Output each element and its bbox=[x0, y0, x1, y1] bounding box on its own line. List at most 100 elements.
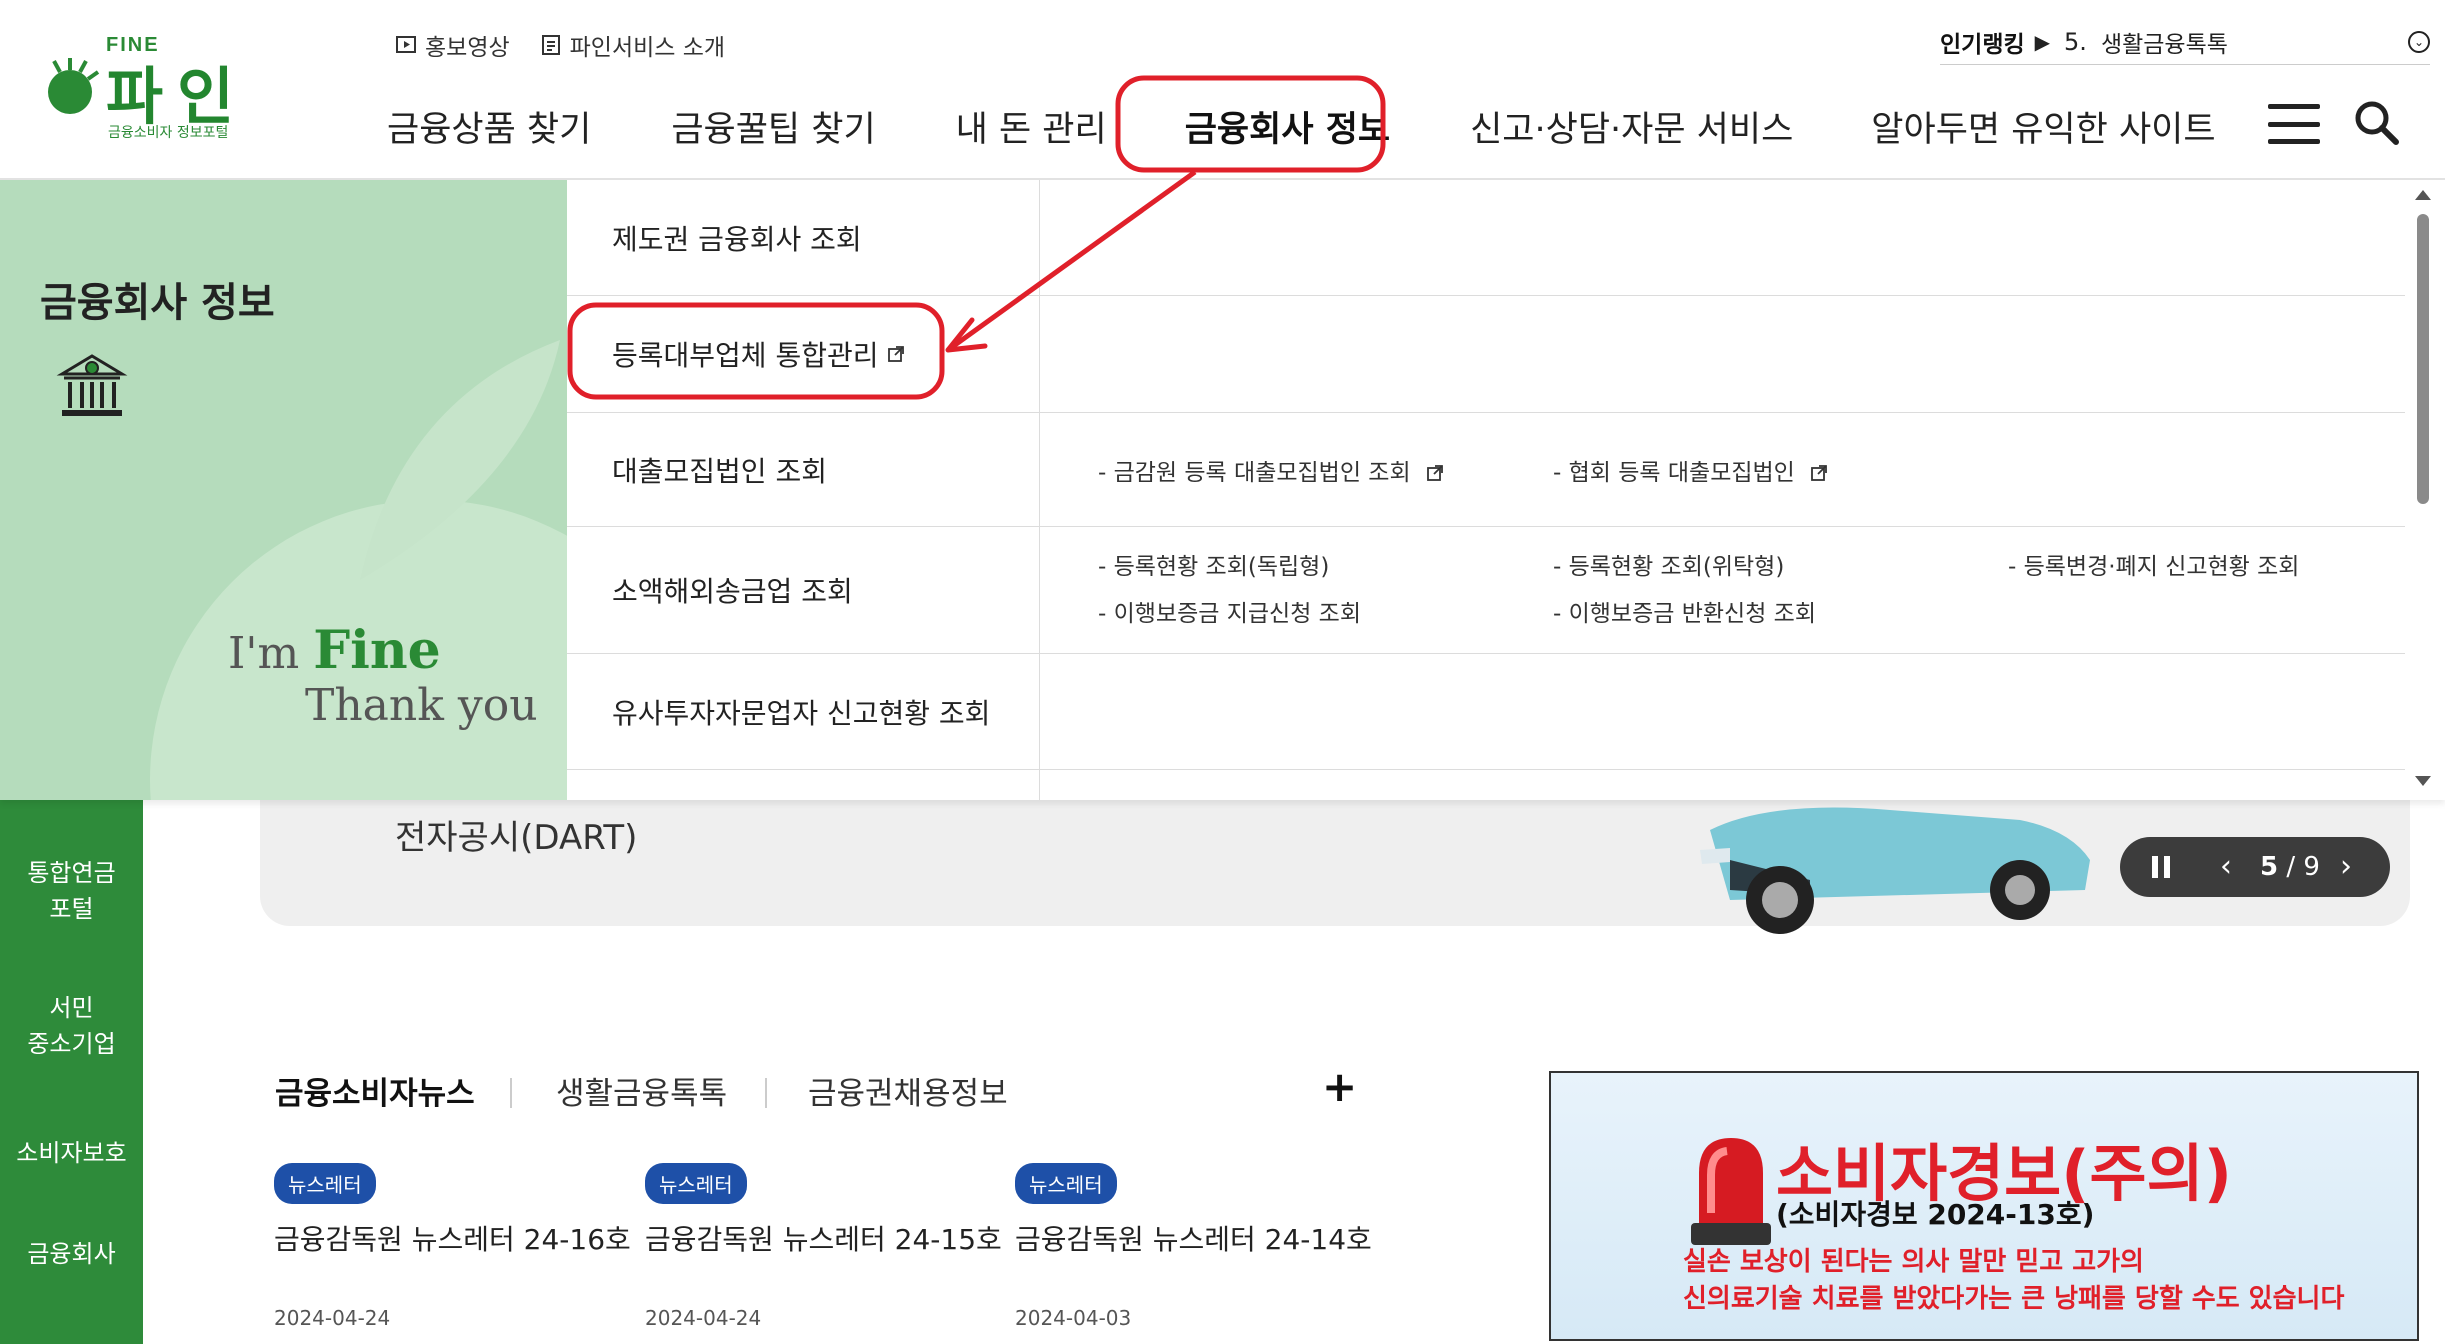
sublink-label: - 협회 등록 대출모집법인 bbox=[1553, 460, 1795, 486]
play-arrow-icon: ▶ bbox=[2034, 30, 2051, 54]
left-nav-financial-company[interactable]: 금융회사 bbox=[0, 1236, 143, 1272]
ranking-number: 5. bbox=[2064, 28, 2087, 56]
news-item[interactable]: 뉴스레터 금융감독원 뉴스레터 24-16호 2024-04-24 bbox=[274, 1163, 634, 1330]
newsletter-badge: 뉴스레터 bbox=[645, 1163, 747, 1204]
nav-products[interactable]: 금융상품 찾기 bbox=[387, 101, 591, 152]
menu-item-label: 등록대부업체 통합관리 bbox=[612, 339, 879, 372]
menu-row: 제도권 금융회사 조회 bbox=[567, 180, 2405, 296]
newsletter-badge: 뉴스레터 bbox=[1015, 1163, 1117, 1204]
banner-text: 전자공시(DART) bbox=[395, 818, 638, 858]
decorative-leaf bbox=[360, 340, 560, 580]
chevron-left-icon[interactable]: ‹ bbox=[2220, 849, 2232, 884]
mega-dropdown: 금융회사 정보 I'm Fine Thank you 제도권 금융회사 조회 등… bbox=[0, 180, 2445, 800]
chevron-right-icon[interactable]: › bbox=[2340, 849, 2352, 884]
sublink-fss-loan-recruiters[interactable]: - 금감원 등록 대출모집법인 조회 bbox=[1098, 453, 1444, 487]
left-nav-smb[interactable]: 서민 중소기업 bbox=[0, 990, 143, 1062]
news-title[interactable]: 금융감독원 뉴스레터 24-15호 bbox=[645, 1218, 1005, 1258]
menu-row: 대출모집법인 조회 - 금감원 등록 대출모집법인 조회 - 협회 등록 대출모… bbox=[567, 413, 2405, 527]
slide-counter: 5 / 9 bbox=[2260, 852, 2320, 882]
sublink-bond-return[interactable]: - 이행보증금 반환신청 조회 bbox=[1553, 594, 1816, 628]
submenu-links: - 금감원 등록 대출모집법인 조회 - 협회 등록 대출모집법인 bbox=[1040, 413, 2405, 526]
menu-item-quasi-advisors[interactable]: 유사투자자문업자 신고현황 조회 bbox=[567, 654, 1040, 769]
search-icon[interactable] bbox=[2352, 98, 2402, 148]
logo-mark-icon bbox=[48, 58, 100, 114]
sublink-bond-payment[interactable]: - 이행보증금 지급신청 조회 bbox=[1098, 594, 1361, 628]
sublink-assoc-loan-recruiters[interactable]: - 협회 등록 대출모집법인 bbox=[1553, 453, 1828, 487]
popular-ranking[interactable]: 인기랭킹 ▶ 5. 생활금융톡톡 ⌄ bbox=[1940, 20, 2430, 65]
submenu-links bbox=[1040, 180, 2405, 295]
submenu-links: - 등록현황 조회(독립형) - 등록현황 조회(위탁형) - 등록변경·폐지 … bbox=[1040, 527, 2405, 653]
tab-divider bbox=[510, 1078, 512, 1108]
news-date: 2024-04-24 bbox=[274, 1306, 391, 1330]
scroll-up-icon[interactable] bbox=[2415, 190, 2431, 200]
slide-controls: ‹ 5 / 9 › bbox=[2120, 837, 2390, 897]
ranking-label: 인기랭킹 bbox=[1940, 32, 2025, 58]
left-nav-pension[interactable]: 통합연금 포털 bbox=[0, 855, 143, 927]
util-label: 홍보영상 bbox=[425, 35, 510, 61]
nav-my-money[interactable]: 내 돈 관리 bbox=[956, 101, 1107, 152]
tab-consumer-news[interactable]: 금융소비자뉴스 bbox=[275, 1068, 475, 1117]
dropdown-menu-rows: 제도권 금융회사 조회 등록대부업체 통합관리 대출모집법인 조회 - 금감원 … bbox=[567, 180, 2405, 800]
nav-company-info[interactable]: 금융회사 정보 bbox=[1185, 101, 1390, 152]
nav-report-consult[interactable]: 신고·상담·자문 서비스 bbox=[1470, 101, 1793, 152]
car-illustration bbox=[1700, 807, 2090, 934]
menu-item-loan-recruiters[interactable]: 대출모집법인 조회 bbox=[567, 413, 1040, 526]
news-date: 2024-04-24 bbox=[645, 1306, 762, 1330]
news-date: 2024-04-03 bbox=[1015, 1306, 1132, 1330]
main-nav: 금융상품 찾기 금융꿀팁 찾기 내 돈 관리 금융회사 정보 신고·상담·자문 … bbox=[387, 96, 2216, 156]
promo-video-link[interactable]: 홍보영상 bbox=[395, 28, 510, 62]
menu-item-registered-lenders[interactable]: 등록대부업체 통합관리 bbox=[567, 296, 1040, 412]
scroll-down-icon[interactable] bbox=[2415, 776, 2431, 786]
more-plus-icon[interactable]: + bbox=[1322, 1062, 1357, 1111]
chevron-down-icon[interactable]: ⌄ bbox=[2408, 31, 2430, 53]
menu-item-overseas-remittance[interactable]: 소액해외송금업 조회 bbox=[567, 527, 1040, 653]
menu-item-regulated-companies[interactable]: 제도권 금융회사 조회 bbox=[567, 180, 1040, 295]
submenu-links bbox=[1040, 654, 2405, 769]
menu-row: 유사투자자문업자 신고현황 조회 bbox=[567, 654, 2405, 770]
dropdown-title: 금융회사 정보 bbox=[40, 280, 275, 326]
slogan-im-fine: I'm Fine bbox=[228, 620, 441, 681]
scroll-thumb[interactable] bbox=[2417, 214, 2429, 504]
consumer-alert-banner[interactable]: 소비자경보(주의) (소비자경보 2024-13호) 실손 보상이 된다는 의사… bbox=[1549, 1071, 2419, 1341]
fine-logo[interactable]: FINE 파인 금융소비자 정보포털 bbox=[40, 34, 260, 144]
tab-finance-jobs[interactable]: 금융권채용정보 bbox=[808, 1068, 1008, 1113]
alert-subtitle: (소비자경보 2024-13호) bbox=[1776, 1198, 2095, 1231]
external-link-icon bbox=[1427, 465, 1443, 481]
news-title[interactable]: 금융감독원 뉴스레터 24-14호 bbox=[1015, 1218, 1375, 1258]
news-item[interactable]: 뉴스레터 금융감독원 뉴스레터 24-14호 2024-04-03 bbox=[1015, 1163, 1375, 1330]
nav-tips[interactable]: 금융꿀팁 찾기 bbox=[671, 101, 875, 152]
left-nav-consumer-protection[interactable]: 소비자보호 bbox=[0, 1135, 143, 1171]
menu-row: 소액해외송금업 조회 - 등록현황 조회(독립형) - 등록현황 조회(위탁형)… bbox=[567, 527, 2405, 654]
hamburger-menu-icon[interactable] bbox=[2268, 104, 2320, 144]
sublink-registration-independent[interactable]: - 등록현황 조회(독립형) bbox=[1098, 547, 1329, 581]
siren-icon bbox=[1691, 1138, 1771, 1245]
logo-subtitle: 금융소비자 정보포털 bbox=[108, 125, 229, 141]
submenu-links bbox=[1040, 296, 2405, 412]
sublink-change-closure[interactable]: - 등록변경·폐지 신고현황 조회 bbox=[2008, 547, 2299, 581]
utility-links: 홍보영상 파인서비스 소개 bbox=[395, 28, 725, 62]
ranking-text[interactable]: 생활금융톡톡 bbox=[2101, 25, 2408, 59]
external-link-icon bbox=[887, 346, 904, 362]
newsletter-badge: 뉴스레터 bbox=[274, 1163, 376, 1204]
dropdown-scrollbar[interactable] bbox=[2405, 180, 2445, 800]
service-intro-link[interactable]: 파인서비스 소개 bbox=[540, 28, 725, 62]
nav-useful-sites[interactable]: 알아두면 유익한 사이트 bbox=[1871, 101, 2215, 152]
menu-item-partial[interactable] bbox=[567, 770, 1040, 800]
page: 통합연금 포털 서민 중소기업 소비자보호 금융회사 전자공시(DART) ‹ 5 … bbox=[0, 0, 2445, 1344]
submenu-links bbox=[1040, 770, 2405, 800]
sublink-label: - 금감원 등록 대출모집법인 조회 bbox=[1098, 460, 1411, 486]
news-title[interactable]: 금융감독원 뉴스레터 24-16호 bbox=[274, 1218, 634, 1258]
external-link-icon bbox=[1811, 465, 1828, 481]
alert-text-2: 신의료기술 치료를 받았다가는 큰 낭패를 당할 수도 있습니다 bbox=[1683, 1284, 2345, 1314]
left-quick-nav: 통합연금 포털 서민 중소기업 소비자보호 금융회사 bbox=[0, 800, 143, 1344]
pause-icon[interactable] bbox=[2152, 856, 2170, 878]
sublink-registration-consigned[interactable]: - 등록현황 조회(위탁형) bbox=[1553, 547, 1784, 581]
news-item[interactable]: 뉴스레터 금융감독원 뉴스레터 24-15호 2024-04-24 bbox=[645, 1163, 1005, 1330]
tab-divider bbox=[765, 1078, 767, 1108]
document-icon bbox=[541, 35, 560, 55]
play-icon bbox=[396, 36, 416, 53]
slogan-thank-you: Thank you bbox=[305, 680, 538, 731]
tab-life-finance[interactable]: 생활금융톡톡 bbox=[556, 1068, 727, 1113]
util-label: 파인서비스 소개 bbox=[569, 35, 726, 61]
menu-row-partial bbox=[567, 770, 2405, 800]
